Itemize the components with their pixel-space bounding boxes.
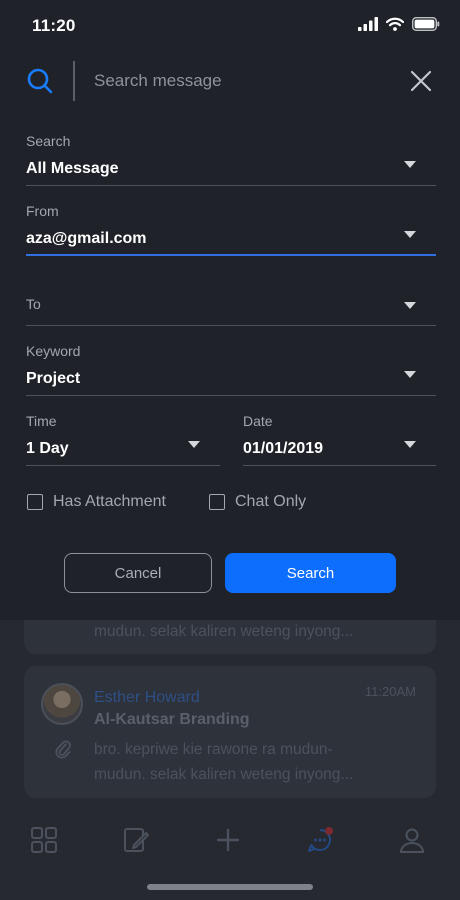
message-preview: mudun. selak kaliren weteng inyong... <box>94 623 354 640</box>
status-bar: 11:20 <box>0 0 460 50</box>
message-subject: Al-Kautsar Branding <box>94 711 250 728</box>
has-attachment-option[interactable]: Has Attachment <box>27 493 166 511</box>
field-underline <box>26 254 436 256</box>
battery-icon <box>412 17 440 31</box>
search-filter-sheet: 11:20 Search message Search All Message … <box>0 0 460 620</box>
search-scope-dropdown[interactable]: Search All Message <box>26 132 436 186</box>
search-button[interactable]: Search <box>225 553 396 593</box>
chat-only-option[interactable]: Chat Only <box>209 493 306 511</box>
profile-icon <box>400 828 424 853</box>
field-label: Keyword <box>26 343 81 359</box>
to-field[interactable]: To <box>26 295 436 326</box>
search-bar <box>0 58 460 104</box>
signal-icon <box>358 17 378 31</box>
date-dropdown[interactable]: Date 01/01/2019 <box>243 412 436 466</box>
field-underline <box>243 465 436 466</box>
attachment-icon <box>55 740 71 759</box>
chevron-down-icon <box>404 231 416 238</box>
field-label: Date <box>243 413 273 429</box>
time-dropdown[interactable]: Time 1 Day <box>26 412 220 466</box>
avatar <box>41 683 83 725</box>
search-icon[interactable] <box>26 67 54 95</box>
tab-dashboard[interactable] <box>30 826 58 854</box>
chevron-down-icon <box>404 302 416 309</box>
home-indicator <box>147 884 313 890</box>
close-icon[interactable] <box>407 67 435 95</box>
chevron-down-icon <box>188 441 200 448</box>
tab-profile[interactable] <box>398 826 426 854</box>
field-label: Search <box>26 133 71 149</box>
status-icons <box>358 17 440 31</box>
has-attachment-checkbox[interactable] <box>27 494 43 510</box>
edit-icon <box>124 828 149 852</box>
field-value: Project <box>26 370 81 387</box>
chat-icon <box>308 827 333 852</box>
status-time: 11:20 <box>32 16 76 35</box>
plus-icon <box>216 828 240 852</box>
message-preview-line: mudun. selak kaliren weteng inyong... <box>94 766 354 783</box>
field-underline <box>26 465 220 466</box>
checkbox-label: Chat Only <box>235 493 307 510</box>
field-underline <box>26 395 436 396</box>
grid-icon <box>31 827 57 853</box>
chevron-down-icon <box>404 371 416 378</box>
message-card: Esther Howard 11:20AM Al-Kautsar Brandin… <box>24 666 436 798</box>
chat-only-checkbox[interactable] <box>209 494 225 510</box>
tab-compose[interactable] <box>122 826 150 854</box>
field-value: All Message <box>26 160 119 177</box>
keyword-field[interactable]: Keyword Project <box>26 342 436 396</box>
field-label: To <box>26 296 41 312</box>
chevron-down-icon <box>404 161 416 168</box>
checkbox-label: Has Attachment <box>53 493 166 510</box>
tab-new[interactable] <box>214 826 242 854</box>
bottom-tab-bar <box>0 812 460 866</box>
chevron-down-icon <box>404 441 416 448</box>
field-label: Time <box>26 413 57 429</box>
field-underline <box>26 325 436 326</box>
cancel-button[interactable]: Cancel <box>64 553 212 593</box>
field-underline <box>26 185 436 186</box>
message-time: 11:20AM <box>364 684 416 699</box>
tab-chat[interactable] <box>306 826 334 854</box>
search-divider <box>73 61 75 101</box>
wifi-icon <box>386 17 404 31</box>
field-value: aza@gmail.com <box>26 230 147 247</box>
sender-name: Esther Howard <box>94 689 200 706</box>
from-field[interactable]: From aza@gmail.com <box>26 202 436 256</box>
field-label: From <box>26 203 59 219</box>
message-preview: bro. kepriwe kie rawone ra mudun- mudun.… <box>94 737 414 787</box>
message-preview-line: bro. kepriwe kie rawone ra mudun- <box>94 741 333 758</box>
search-input[interactable] <box>94 67 384 95</box>
